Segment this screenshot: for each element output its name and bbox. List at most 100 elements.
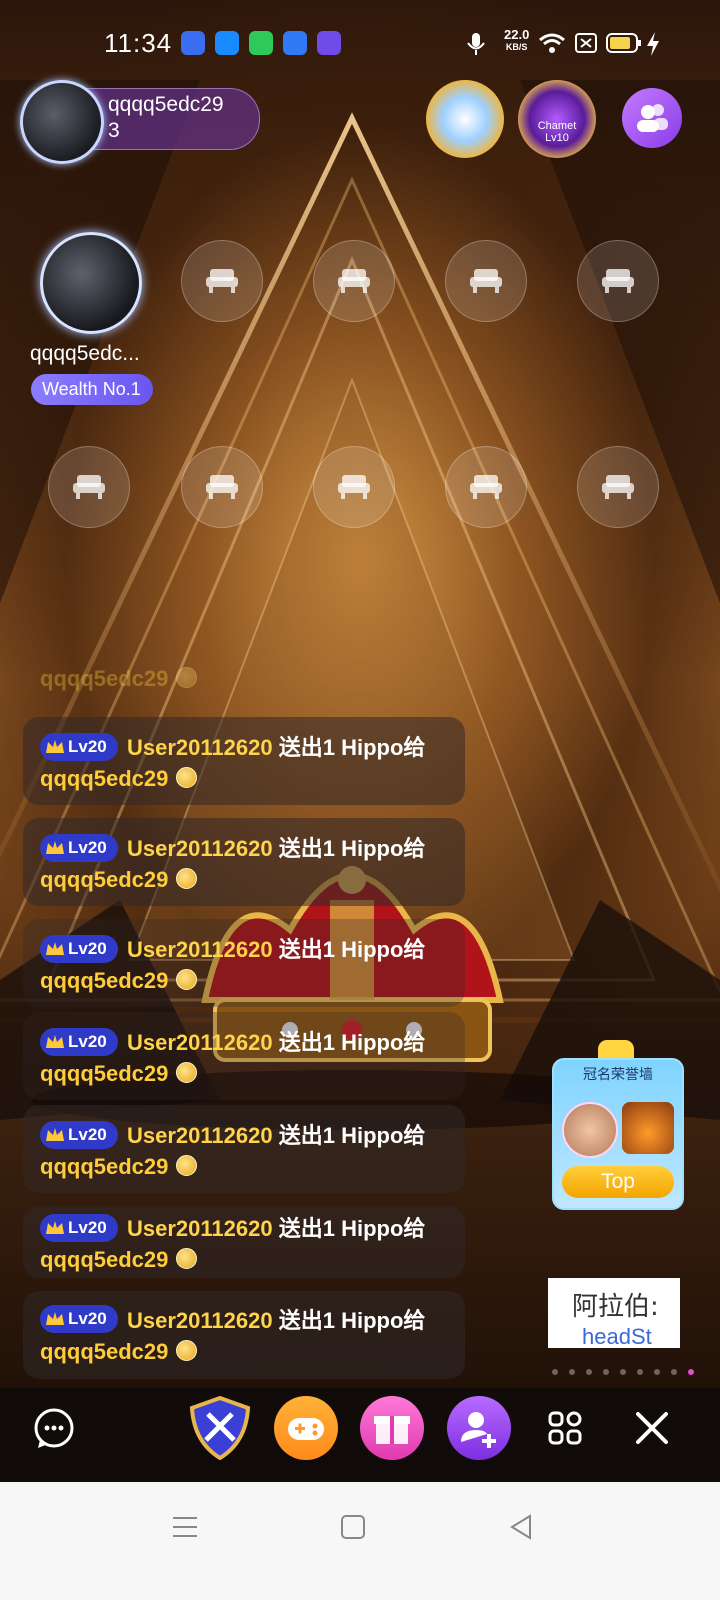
message-line: User20112620 送出1 Hippo给 bbox=[127, 730, 425, 762]
gift-recipient[interactable]: qqqq5edc29 bbox=[40, 1339, 168, 1364]
chat-message[interactable]: Lv20 User20112620 送出1 Hippo给 qqqq5edc29 bbox=[23, 1291, 465, 1379]
chat-message[interactable]: Lv20 User20112620 送出1 Hippo给 qqqq5edc29 bbox=[23, 919, 465, 1007]
host-name-text: qqqq5edc29 bbox=[108, 93, 224, 116]
crown-icon bbox=[46, 942, 64, 955]
empty-seat[interactable] bbox=[181, 446, 263, 528]
app-icon bbox=[317, 31, 341, 55]
banner-pager-dots bbox=[552, 1362, 694, 1380]
crown-icon bbox=[46, 740, 64, 753]
coin-icon bbox=[176, 969, 198, 990]
grid-icon bbox=[548, 1411, 582, 1445]
honor-avatar-1 bbox=[562, 1102, 618, 1158]
android-icon bbox=[249, 31, 273, 55]
chamet-badge-level: Lv10 bbox=[545, 132, 569, 144]
host-avatar[interactable] bbox=[20, 80, 104, 164]
gift-recipient[interactable]: qqqq5edc29 bbox=[40, 968, 168, 993]
battery-icon bbox=[606, 33, 641, 53]
gift-button[interactable] bbox=[360, 1396, 424, 1460]
sim-icon bbox=[575, 33, 597, 53]
gift-recipient[interactable]: qqqq5edc29 bbox=[40, 1154, 168, 1179]
host-name: qqqq5edc29 3 bbox=[108, 92, 224, 144]
back-icon[interactable] bbox=[506, 1512, 536, 1542]
chat-partial-line: qqqq5edc29 bbox=[40, 666, 198, 692]
eagle-badge-icon[interactable] bbox=[426, 80, 504, 158]
close-room-button[interactable] bbox=[620, 1396, 684, 1460]
empty-seat[interactable] bbox=[313, 240, 395, 322]
sofa-icon bbox=[338, 475, 370, 499]
chat-button[interactable] bbox=[22, 1396, 86, 1460]
crown-icon bbox=[46, 1312, 64, 1325]
audience-list-button[interactable] bbox=[622, 88, 682, 148]
level-text: Lv20 bbox=[68, 1125, 107, 1144]
sender-name[interactable]: User20112620 bbox=[127, 1123, 273, 1148]
empty-seat[interactable] bbox=[577, 240, 659, 322]
chat-message[interactable]: Lv20 User20112620 送出1 Hippo给 qqqq5edc29 bbox=[23, 1012, 465, 1100]
chat-message[interactable]: Lv20 User20112620 送出1 Hippo给 qqqq5edc29 bbox=[23, 1206, 465, 1278]
coin-icon bbox=[176, 1062, 198, 1083]
coin-icon bbox=[176, 1340, 198, 1361]
message-line: User20112620 送出1 Hippo给 bbox=[127, 1303, 425, 1335]
seat-avatar-host[interactable] bbox=[40, 232, 142, 334]
gift-recipient[interactable]: qqqq5edc29 bbox=[40, 766, 168, 791]
chamet-level-badge[interactable]: Chamet Lv10 bbox=[518, 80, 596, 158]
net-speed-value: 22.0 bbox=[504, 27, 530, 42]
level-text: Lv20 bbox=[68, 838, 107, 857]
net-speed: 22.0 KB/S bbox=[504, 28, 529, 54]
message-action: 送出1 Hippo给 bbox=[278, 937, 426, 962]
level-text: Lv20 bbox=[68, 737, 107, 756]
empty-seat[interactable] bbox=[445, 240, 527, 322]
chat-icon bbox=[34, 1408, 74, 1448]
honor-avatar-2 bbox=[622, 1102, 674, 1154]
sofa-icon bbox=[602, 475, 634, 499]
message-action: 送出1 Hippo给 bbox=[278, 1123, 426, 1148]
honor-top-button[interactable]: Top bbox=[562, 1166, 674, 1198]
coin-icon bbox=[176, 868, 198, 889]
honor-wall-card[interactable]: 冠名荣誉墙 Top bbox=[552, 1058, 684, 1210]
level-badge: Lv20 bbox=[40, 1214, 118, 1242]
message-target-line: qqqq5edc29 bbox=[40, 1247, 198, 1273]
level-text: Lv20 bbox=[68, 939, 107, 958]
shield-icon bbox=[189, 1395, 251, 1461]
host-count: 3 bbox=[108, 119, 120, 142]
message-line: User20112620 送出1 Hippo给 bbox=[127, 1211, 425, 1243]
banner-ad-subtext: headSt bbox=[582, 1324, 652, 1348]
chat-message[interactable]: Lv20 User20112620 送出1 Hippo给 qqqq5edc29 bbox=[23, 1105, 465, 1193]
more-menu-button[interactable] bbox=[533, 1396, 597, 1460]
empty-seat[interactable] bbox=[445, 446, 527, 528]
gift-recipient[interactable]: qqqq5edc29 bbox=[40, 1061, 168, 1086]
sender-name[interactable]: User20112620 bbox=[127, 1030, 273, 1055]
gift-recipient[interactable]: qqqq5edc29 bbox=[40, 867, 168, 892]
level-text: Lv20 bbox=[68, 1309, 107, 1328]
message-line: User20112620 送出1 Hippo给 bbox=[127, 1025, 425, 1057]
gift-recipient[interactable]: qqqq5edc29 bbox=[40, 1247, 168, 1272]
chat-message[interactable]: Lv20 User20112620 送出1 Hippo给 qqqq5edc29 bbox=[23, 717, 465, 805]
video-icon bbox=[215, 31, 239, 55]
home-icon[interactable] bbox=[338, 1512, 368, 1542]
pk-battle-button[interactable] bbox=[188, 1395, 252, 1461]
wealth-badge: Wealth No.1 bbox=[31, 374, 153, 405]
chat-message[interactable]: Lv20 User20112620 送出1 Hippo给 qqqq5edc29 bbox=[23, 818, 465, 906]
crown-icon bbox=[46, 1035, 64, 1048]
sender-name[interactable]: User20112620 bbox=[127, 735, 273, 760]
invite-user-button[interactable] bbox=[447, 1396, 511, 1460]
net-speed-unit: KB/S bbox=[505, 42, 528, 52]
banner-ad-card[interactable]: 阿拉伯: headSt bbox=[548, 1278, 680, 1348]
sender-name[interactable]: User20112620 bbox=[127, 1216, 273, 1241]
level-badge: Lv20 bbox=[40, 733, 118, 761]
wifi-icon bbox=[539, 33, 565, 53]
empty-seat[interactable] bbox=[48, 446, 130, 528]
message-target-line: qqqq5edc29 bbox=[40, 867, 198, 893]
sender-name[interactable]: User20112620 bbox=[127, 836, 273, 861]
add-user-icon bbox=[461, 1412, 496, 1448]
level-badge: Lv20 bbox=[40, 1305, 118, 1333]
message-target-line: qqqq5edc29 bbox=[40, 1154, 198, 1180]
empty-seat[interactable] bbox=[577, 446, 659, 528]
game-button[interactable] bbox=[274, 1396, 338, 1460]
empty-seat[interactable] bbox=[313, 446, 395, 528]
sender-name[interactable]: User20112620 bbox=[127, 937, 273, 962]
menu-icon[interactable] bbox=[170, 1512, 200, 1542]
sender-name[interactable]: User20112620 bbox=[127, 1308, 273, 1333]
sofa-icon bbox=[470, 475, 502, 499]
message-line: User20112620 送出1 Hippo给 bbox=[127, 1118, 425, 1150]
empty-seat[interactable] bbox=[181, 240, 263, 322]
